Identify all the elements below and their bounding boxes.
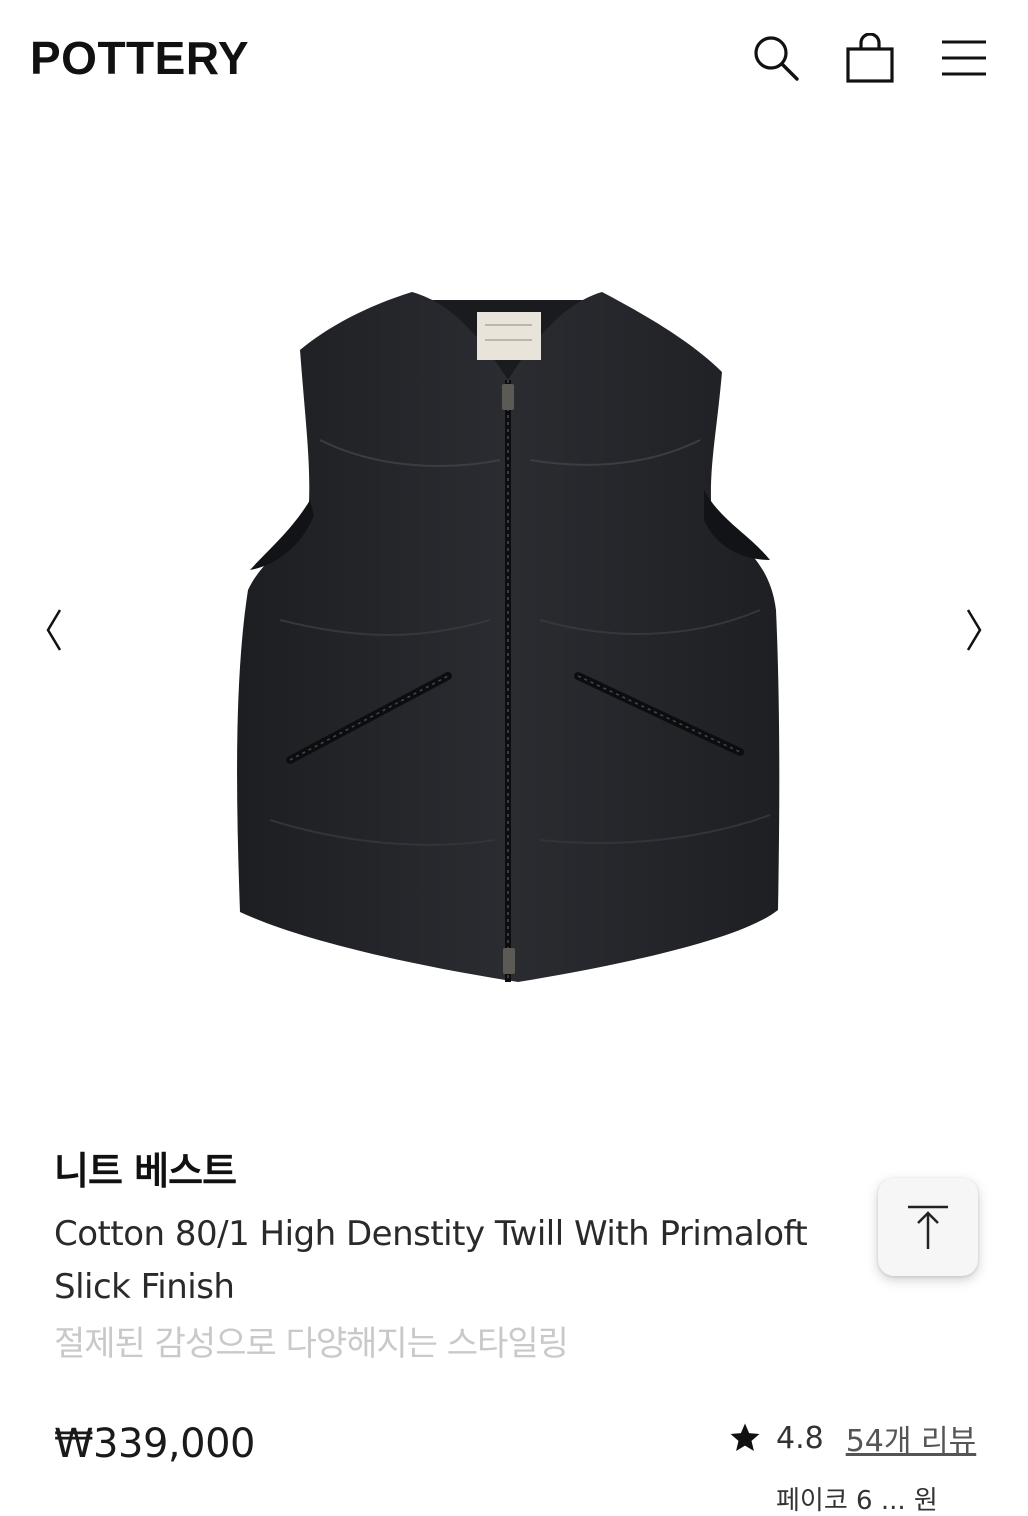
next-image-button[interactable] [954,600,994,660]
product-rating: 4.8 54개 리뷰 [728,1415,976,1461]
scroll-to-top-button[interactable] [878,1178,978,1276]
star-icon [728,1421,762,1455]
product-tagline: 절제된 감성으로 다양해지는 스타일링 [54,1324,569,1364]
hamburger-menu-icon [942,40,986,76]
brand-logo[interactable]: POTTERY [30,30,249,86]
product-image [237,292,780,982]
top-header: POTTERY [0,0,1028,120]
prev-image-button[interactable] [34,600,74,660]
reviews-link[interactable]: 54개 리뷰 [846,1416,977,1460]
shopping-bag-icon [846,33,894,83]
menu-button[interactable] [936,30,992,86]
chevron-right-icon [966,609,982,651]
product-price: ₩339,000 [54,1421,255,1467]
chevron-left-icon [46,609,62,651]
payment-promo-line: 페이코 6 ... 원 [776,1486,938,1516]
search-icon [754,36,799,81]
product-name-korean: 니트 베스트 [54,1149,237,1193]
cart-button[interactable] [842,30,898,86]
product-name-english: Cotton 80/1 High Denstity Twill With Pri… [54,1214,808,1307]
arrow-up-to-top-icon [908,1205,948,1249]
search-button[interactable] [748,30,804,86]
product-image-carousel[interactable] [0,120,1028,1120]
rating-score: 4.8 [776,1420,824,1456]
